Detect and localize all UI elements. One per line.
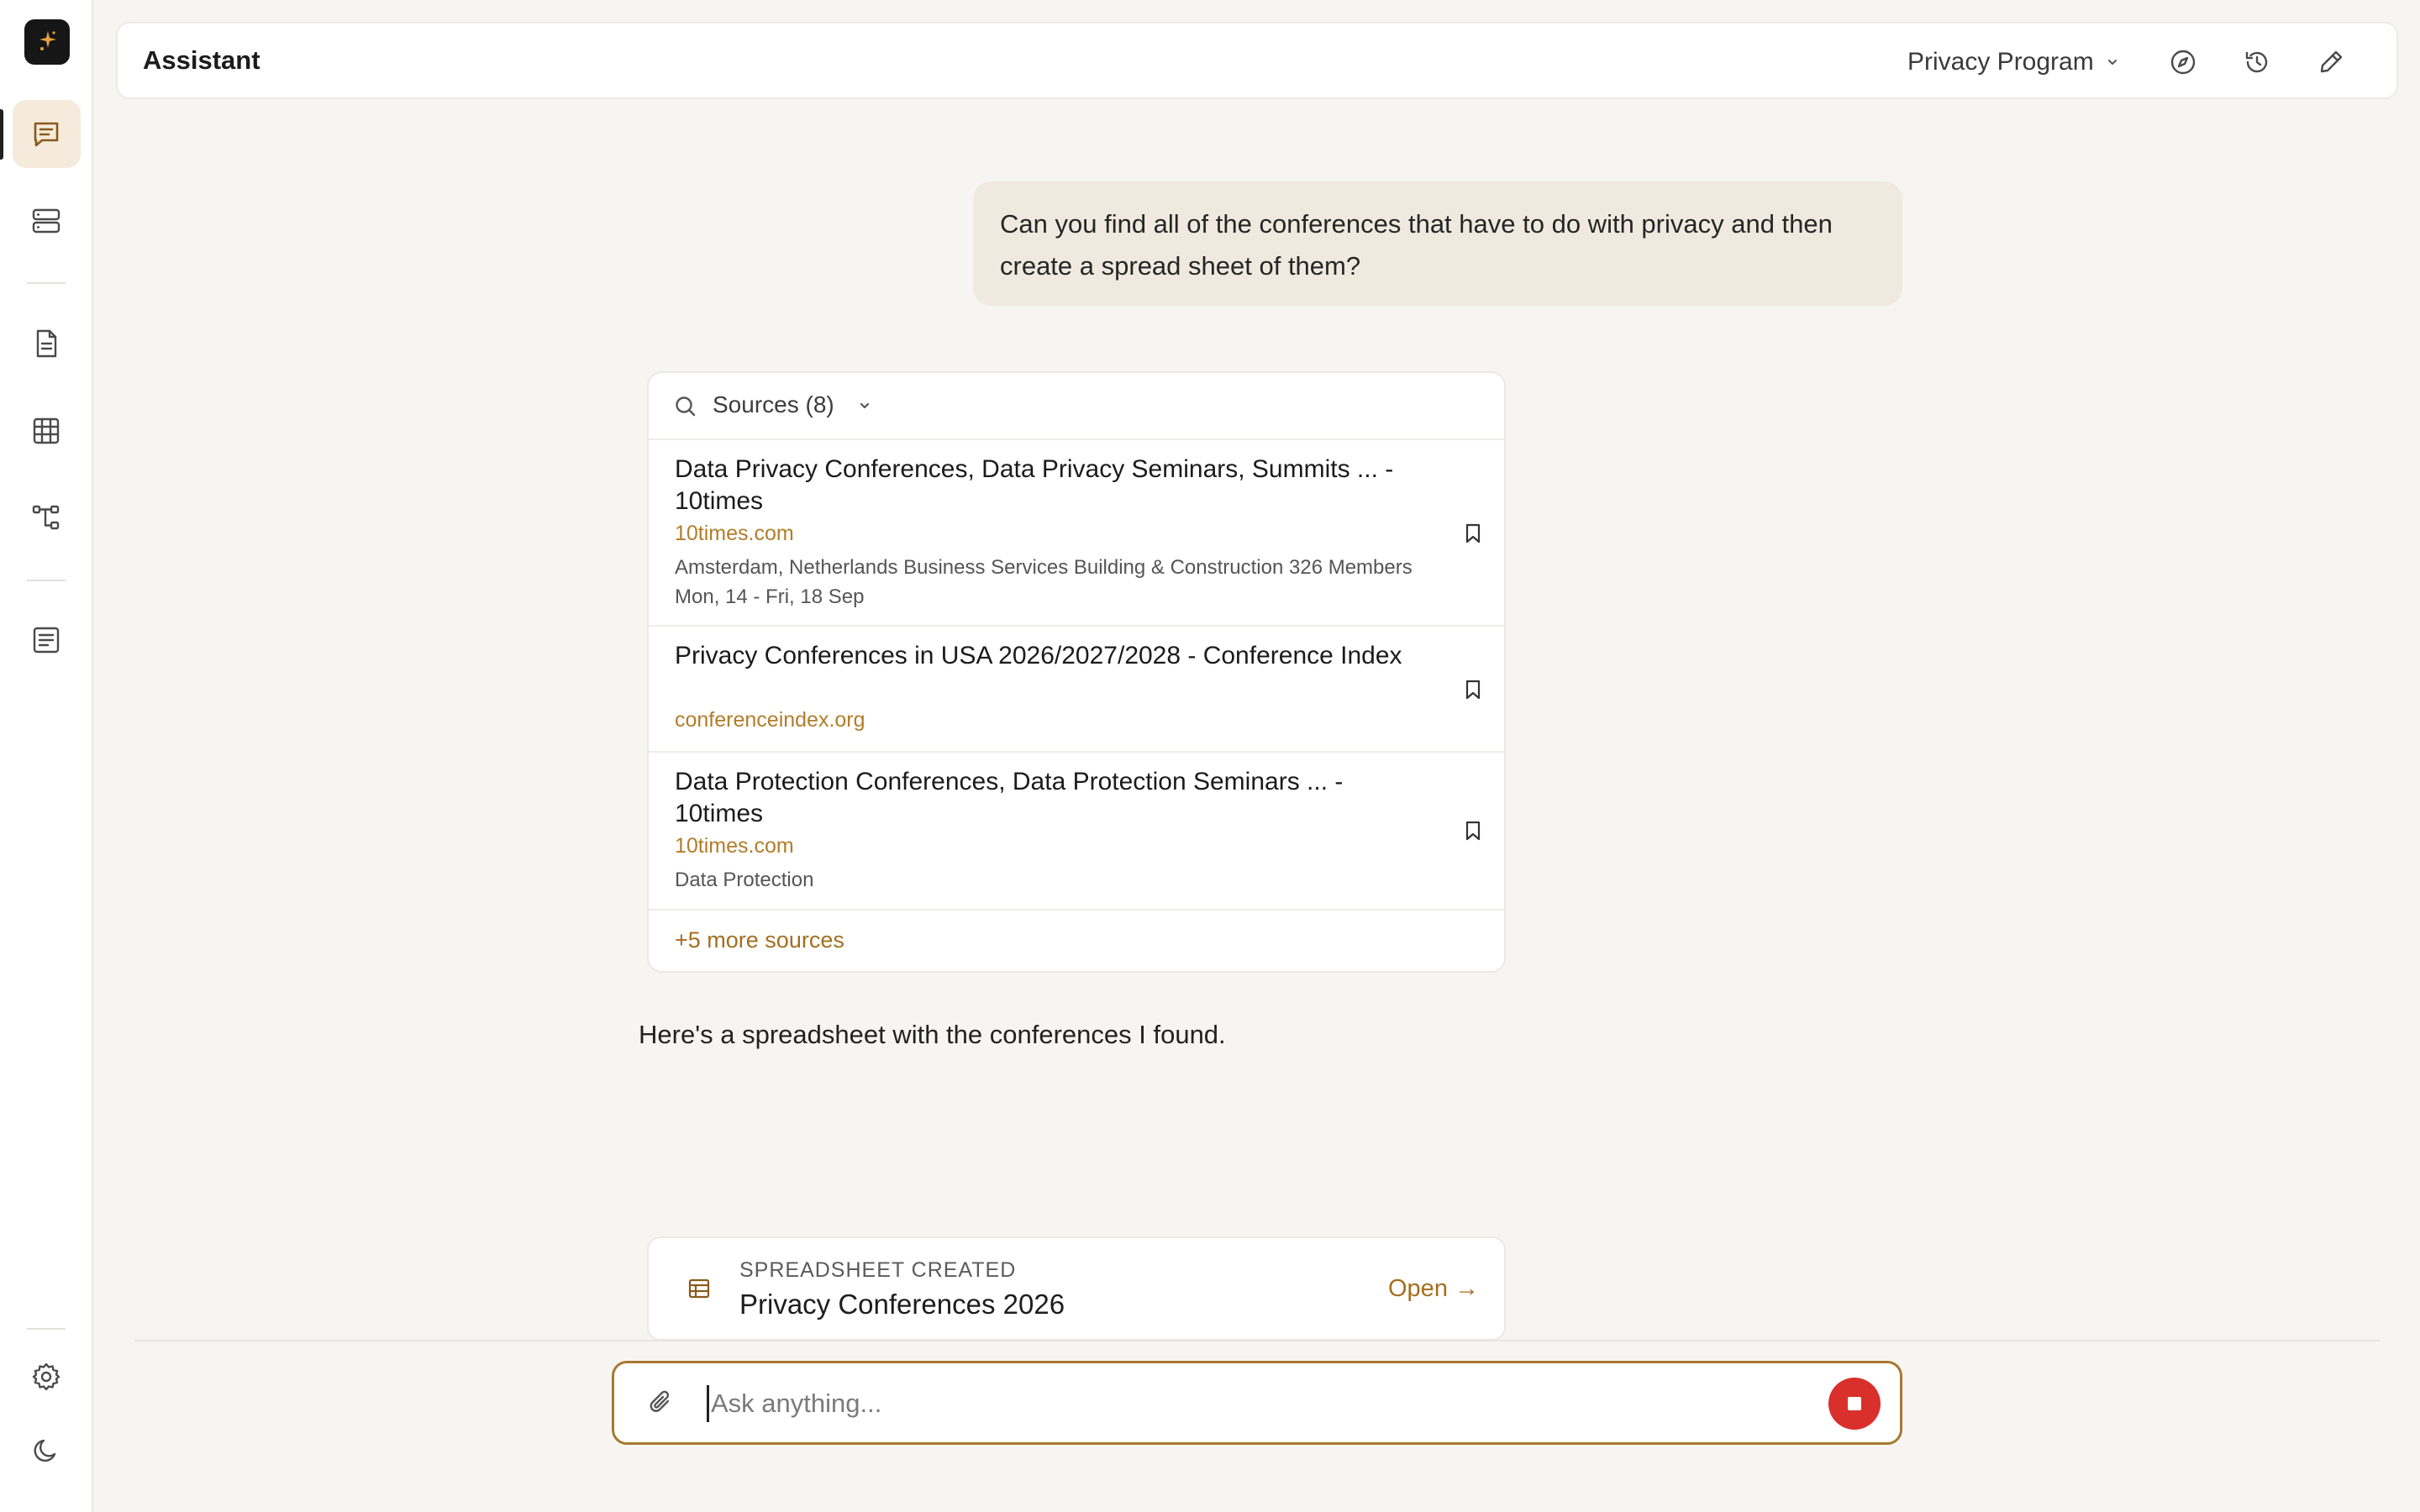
settings-button[interactable] bbox=[13, 1343, 81, 1411]
source-title[interactable]: Data Privacy Conferences, Data Privacy S… bbox=[675, 454, 1414, 517]
bookmark-icon bbox=[1465, 680, 1481, 700]
sidebar-item-notes[interactable] bbox=[13, 606, 81, 675]
bookmark-icon bbox=[1465, 821, 1481, 841]
chat-icon bbox=[34, 122, 59, 147]
chevron-down-icon bbox=[2107, 60, 2117, 65]
sidebar-divider bbox=[27, 580, 66, 581]
source-domain[interactable]: conferenceindex.org bbox=[675, 708, 865, 732]
active-indicator bbox=[0, 109, 3, 160]
explore-button[interactable] bbox=[2165, 44, 2202, 81]
composer bbox=[612, 1361, 1902, 1445]
new-chat-button[interactable] bbox=[2312, 44, 2349, 81]
spreadsheet-card[interactable]: SPREADSHEET CREATED Privacy Conferences … bbox=[647, 1236, 1506, 1341]
source-title[interactable]: Data Protection Conferences, Data Protec… bbox=[675, 766, 1414, 830]
history-icon bbox=[2245, 51, 2268, 73]
moon-icon bbox=[34, 1439, 56, 1462]
stop-button[interactable] bbox=[1828, 1378, 1881, 1430]
top-header: Assistant Privacy Program bbox=[116, 22, 2398, 99]
sparkle-icon bbox=[39, 31, 56, 50]
source-item[interactable]: Data Privacy Conferences, Data Privacy S… bbox=[649, 440, 1504, 627]
bookmark-icon bbox=[1465, 523, 1481, 543]
spreadsheet-icon bbox=[688, 1278, 710, 1299]
spreadsheet-status: SPREADSHEET CREATED bbox=[739, 1258, 1017, 1282]
database-icon bbox=[32, 208, 60, 234]
more-sources-link[interactable]: +5 more sources bbox=[675, 927, 844, 953]
sources-title: Sources (8) bbox=[713, 391, 834, 417]
app-window: Assistant Privacy Program Can you find a… bbox=[0, 0, 2420, 1512]
bookmark-button[interactable] bbox=[1460, 818, 1486, 843]
source-item[interactable]: Privacy Conferences in USA 2026/2027/202… bbox=[649, 627, 1504, 753]
stop-icon bbox=[1848, 1397, 1861, 1410]
table-icon bbox=[33, 417, 60, 444]
message-input[interactable] bbox=[707, 1385, 1749, 1422]
sidebar-item-documents[interactable] bbox=[13, 310, 81, 378]
document-icon bbox=[36, 329, 57, 358]
source-item[interactable]: Data Protection Conferences, Data Protec… bbox=[649, 753, 1504, 911]
paperclip-icon bbox=[650, 1390, 670, 1412]
sidebar bbox=[0, 0, 93, 1512]
project-selector[interactable]: Privacy Program bbox=[1907, 45, 2119, 79]
assistant-message: Here's a spreadsheet with the conference… bbox=[639, 1020, 1226, 1049]
sidebar-divider bbox=[27, 282, 66, 284]
notes-icon bbox=[33, 627, 60, 654]
history-button[interactable] bbox=[2238, 44, 2275, 81]
user-message: Can you find all of the conferences that… bbox=[973, 181, 1902, 306]
source-domain[interactable]: 10times.com bbox=[675, 522, 794, 546]
bookmark-button[interactable] bbox=[1460, 677, 1486, 702]
page-title: Assistant bbox=[143, 45, 260, 75]
sources-panel: Sources (8) Data Privacy Conferences, Da… bbox=[647, 371, 1506, 973]
sources-toggle[interactable]: Sources (8) bbox=[649, 373, 1504, 440]
chevron-down-icon bbox=[860, 402, 870, 409]
sidebar-item-workflows[interactable] bbox=[13, 483, 81, 551]
composer-divider bbox=[134, 1340, 2380, 1341]
theme-toggle-button[interactable] bbox=[13, 1417, 81, 1485]
source-description: Data Protection bbox=[675, 869, 814, 891]
workflow-icon bbox=[32, 505, 60, 530]
source-domain[interactable]: 10times.com bbox=[675, 834, 794, 858]
edit-icon bbox=[2320, 50, 2343, 73]
sidebar-divider bbox=[27, 1328, 66, 1330]
app-logo[interactable] bbox=[24, 19, 70, 65]
sidebar-item-data[interactable] bbox=[13, 187, 81, 255]
open-spreadsheet-button[interactable]: Open → bbox=[1388, 1275, 1479, 1303]
sidebar-item-spreadsheets[interactable] bbox=[13, 397, 81, 465]
source-description: Amsterdam, Netherlands Business Services… bbox=[675, 556, 1413, 608]
search-icon bbox=[676, 396, 696, 417]
bookmark-button[interactable] bbox=[1460, 521, 1486, 546]
project-selector-label: Privacy Program bbox=[1907, 48, 2094, 76]
gear-icon bbox=[32, 1362, 60, 1391]
compass-icon bbox=[2170, 50, 2196, 75]
sidebar-item-chat[interactable] bbox=[13, 100, 81, 168]
source-title[interactable]: Privacy Conferences in USA 2026/2027/202… bbox=[675, 640, 1414, 672]
spreadsheet-name: Privacy Conferences 2026 bbox=[739, 1289, 1065, 1320]
